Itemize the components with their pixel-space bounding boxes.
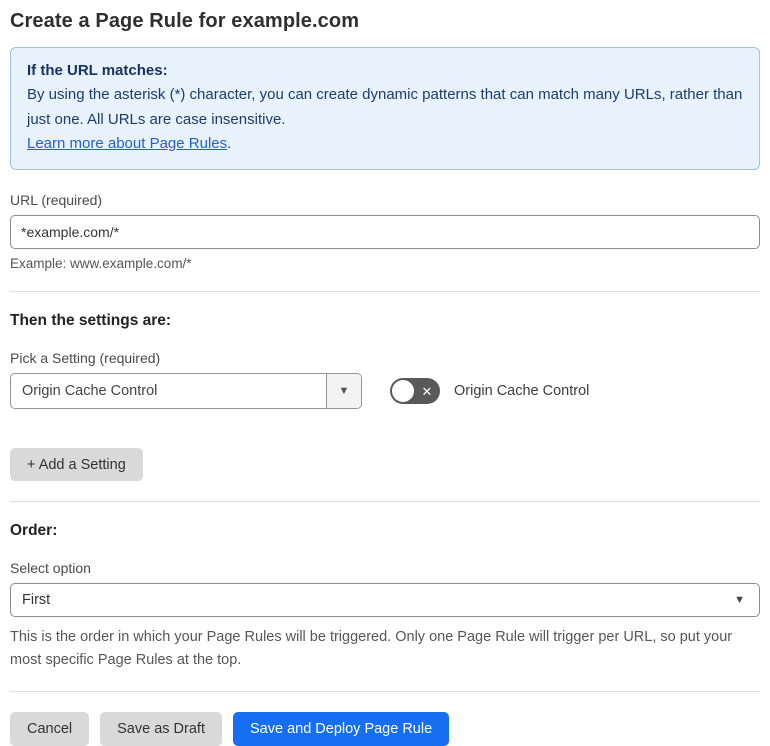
url-input[interactable] <box>10 215 760 250</box>
info-box-heading: If the URL matches: <box>27 62 168 79</box>
page-title: Create a Page Rule for example.com <box>10 10 360 32</box>
footer-actions: Cancel Save as Draft Save and Deploy Pag… <box>10 712 760 746</box>
setting-select[interactable]: Origin Cache Control ▼ <box>10 373 362 410</box>
settings-section-heading: Then the settings are: <box>10 312 172 330</box>
add-setting-button[interactable]: + Add a Setting <box>10 448 143 482</box>
toggle-off-x-icon: ✕ <box>421 383 433 399</box>
chevron-down-icon: ▼ <box>734 594 745 607</box>
cancel-button[interactable]: Cancel <box>10 712 90 746</box>
order-select-value: First <box>22 592 51 609</box>
learn-more-link[interactable]: Learn more about Page Rules <box>27 135 227 152</box>
toggle-knob <box>392 380 414 403</box>
order-select[interactable]: First ▼ <box>10 583 760 618</box>
order-select-label: Select option <box>10 560 91 577</box>
info-box-body: By using the asterisk (*) character, you… <box>27 83 743 132</box>
save-as-draft-button[interactable]: Save as Draft <box>100 712 222 746</box>
info-box-link-row: Learn more about Page Rules. <box>27 132 743 156</box>
url-match-info-box: If the URL matches: By using the asteris… <box>10 47 760 171</box>
divider <box>10 691 760 693</box>
setting-row: Origin Cache Control ▼ ✕ Origin Cache Co… <box>10 373 760 410</box>
order-help-text: This is the order in which your Page Rul… <box>10 629 733 668</box>
page-rule-form: Create a Page Rule for example.com If th… <box>0 0 770 746</box>
url-label: URL (required) <box>10 192 103 209</box>
origin-cache-control-toggle-wrap: ✕ Origin Cache Control <box>390 378 590 405</box>
toggle-label: Origin Cache Control <box>454 383 590 400</box>
divider <box>10 291 760 293</box>
setting-select-value: Origin Cache Control <box>22 383 158 400</box>
divider <box>10 501 760 503</box>
info-box-body-text: By using the asterisk (*) character, you… <box>27 86 743 128</box>
link-period: . <box>227 134 232 152</box>
origin-cache-control-toggle[interactable]: ✕ <box>390 378 440 405</box>
setting-select-arrow-button[interactable]: ▼ <box>326 374 361 409</box>
chevron-down-icon: ▼ <box>338 385 350 398</box>
pick-setting-label: Pick a Setting (required) <box>10 350 161 367</box>
order-section-heading: Order: <box>10 522 58 540</box>
save-and-deploy-button[interactable]: Save and Deploy Page Rule <box>232 712 450 746</box>
url-example-hint: Example: www.example.com/* <box>10 256 192 272</box>
